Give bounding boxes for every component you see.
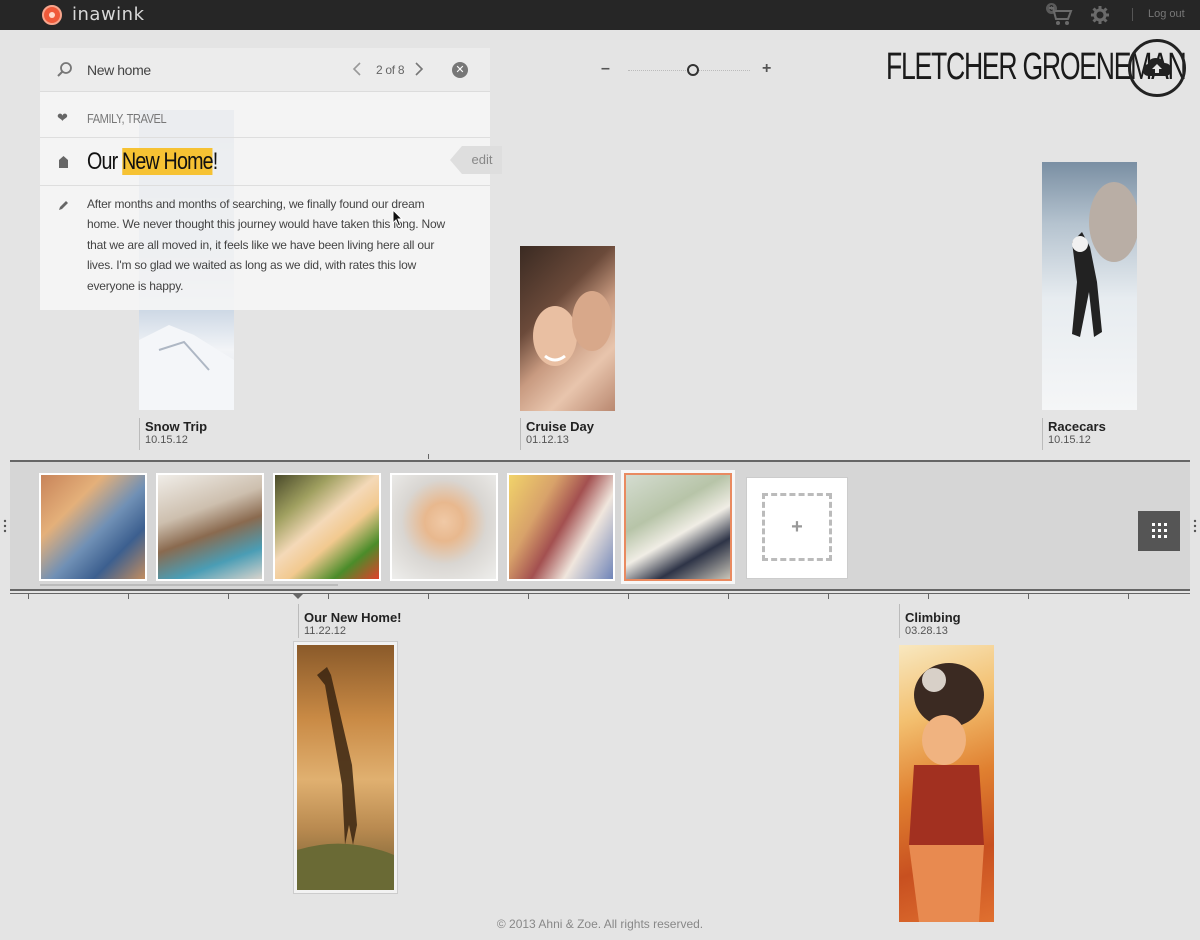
- thumb-1[interactable]: [39, 473, 147, 581]
- edit-button[interactable]: edit: [450, 146, 502, 174]
- timeline-tick: [428, 594, 429, 599]
- timeline-tick-top: [428, 454, 429, 459]
- gear-icon[interactable]: [1091, 6, 1109, 24]
- logout-link[interactable]: Log out: [1148, 8, 1185, 20]
- home-icon: [59, 155, 68, 168]
- chevron-left-icon[interactable]: [352, 61, 366, 79]
- add-photo-button[interactable]: +: [746, 477, 848, 579]
- app-name[interactable]: inawink: [72, 4, 145, 25]
- stem-climbing: [899, 604, 900, 638]
- zoom-in-button[interactable]: +: [762, 61, 776, 77]
- heart-icon: ❤: [57, 110, 68, 125]
- search-panel: 2 of 8 ✕ ❤ FAMILY, TRAVEL Our New Home! …: [40, 48, 502, 310]
- thumb-4[interactable]: [390, 473, 498, 581]
- timeline-tick: [1028, 594, 1029, 599]
- upload-button[interactable]: [1128, 39, 1186, 97]
- stem-racecars: [1042, 418, 1043, 450]
- timeline-tick: [628, 594, 629, 599]
- chevron-right-icon[interactable]: [414, 61, 428, 79]
- stem-snow-trip: [139, 418, 140, 450]
- search-bar: 2 of 8 ✕: [40, 48, 490, 92]
- stem-our-new-home: [298, 604, 299, 638]
- timeline-axis: [10, 593, 1190, 594]
- grid-view-button[interactable]: [1138, 511, 1180, 551]
- timeline-tick: [928, 594, 929, 599]
- plus-icon: +: [762, 493, 832, 561]
- search-input[interactable]: [87, 60, 337, 80]
- timeline-tick: [328, 594, 329, 599]
- thumb-2[interactable]: [156, 473, 264, 581]
- cloud-upload-icon: [1142, 56, 1172, 80]
- thumb-3[interactable]: [273, 473, 381, 581]
- label-climbing[interactable]: Climbing: [905, 610, 961, 625]
- story-title[interactable]: Our New Home!: [87, 148, 218, 176]
- date-snow-trip: 10.15.12: [145, 434, 188, 446]
- grid-icon: [1152, 523, 1167, 538]
- timeline-tick: [728, 594, 729, 599]
- search-icon: [56, 61, 74, 79]
- thumb-6-selected[interactable]: [621, 470, 735, 584]
- story-tags[interactable]: FAMILY, TRAVEL: [87, 111, 167, 126]
- timeline-tick: [1128, 594, 1129, 599]
- cart-icon[interactable]: [1048, 6, 1074, 26]
- label-snow-trip[interactable]: Snow Trip: [145, 419, 207, 434]
- label-cruise-day[interactable]: Cruise Day: [526, 419, 594, 434]
- topbar-divider: [1132, 8, 1133, 21]
- drag-handle-right-icon[interactable]: [1193, 519, 1197, 533]
- result-count: 2 of 8: [376, 63, 405, 77]
- title-text-before: Our: [87, 148, 123, 175]
- timeline-tick: [828, 594, 829, 599]
- zoom-out-button[interactable]: –: [601, 61, 613, 77]
- filmstrip: +: [10, 460, 1190, 591]
- timeline-pointer: [292, 593, 304, 599]
- timeline-tick: [128, 594, 129, 599]
- timeline-tick: [228, 594, 229, 599]
- photo-cruise-day[interactable]: [520, 246, 615, 411]
- title-text-after: !: [212, 148, 218, 175]
- label-racecars[interactable]: Racecars: [1048, 419, 1106, 434]
- stem-cruise-day: [520, 418, 521, 450]
- photo-racecars[interactable]: [1042, 162, 1137, 410]
- drag-handle-left-icon[interactable]: [3, 519, 7, 533]
- footer-copyright: © 2013 Ahni & Zoe. All rights reserved.: [496, 917, 704, 931]
- timeline-tick: [528, 594, 529, 599]
- date-cruise-day: 01.12.13: [526, 434, 569, 446]
- date-our-new-home: 11.22.12: [304, 625, 347, 637]
- top-bar: inawink 0 Log out: [0, 0, 1200, 30]
- date-climbing: 03.28.13: [905, 625, 948, 637]
- search-highlight: New Home: [122, 148, 214, 175]
- close-icon[interactable]: ✕: [452, 62, 468, 78]
- title-row: Our New Home! edit: [40, 140, 502, 186]
- photo-climbing[interactable]: [899, 645, 994, 922]
- date-racecars: 10.15.12: [1048, 434, 1091, 446]
- zoom-slider-knob[interactable]: [687, 64, 699, 76]
- tags-row: ❤ FAMILY, TRAVEL: [40, 100, 490, 138]
- pencil-icon: [58, 198, 70, 210]
- mouse-cursor-icon: [392, 208, 404, 227]
- label-our-new-home[interactable]: Our New Home!: [304, 610, 402, 625]
- photo-our-new-home-selected[interactable]: [293, 641, 398, 894]
- logo-icon[interactable]: [42, 5, 62, 25]
- thumb-5[interactable]: [507, 473, 615, 581]
- timeline-tick: [28, 594, 29, 599]
- filmstrip-scrollbar[interactable]: [40, 584, 338, 586]
